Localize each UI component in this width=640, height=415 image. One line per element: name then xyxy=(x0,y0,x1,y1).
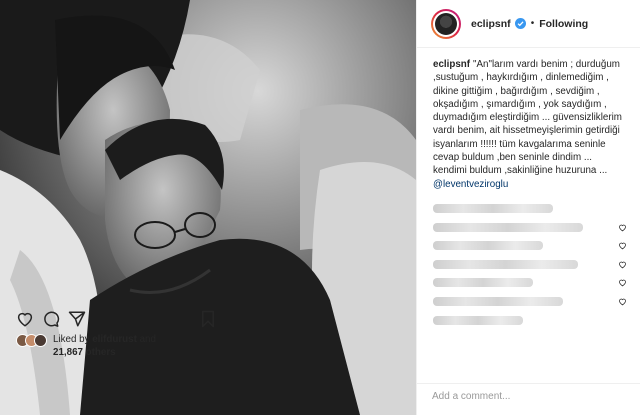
blurred-comment xyxy=(433,241,543,251)
blurred-comment xyxy=(433,259,578,269)
mention-link[interactable]: @leventveziroglu xyxy=(433,178,627,191)
avatar[interactable] xyxy=(34,334,47,347)
post-actions xyxy=(16,310,216,330)
caption-line: ,sustuğum , haykırdığım , dinlemediğim , xyxy=(433,72,609,84)
post-side-panel: eclipsnf • Following eclipsnf "An"larım v… xyxy=(416,0,640,415)
likes-count-link[interactable]: 21,867 others xyxy=(53,347,116,358)
post-header: eclipsnf • Following xyxy=(417,0,640,48)
comment-list xyxy=(417,191,640,326)
comment-row xyxy=(433,222,627,233)
heart-icon[interactable] xyxy=(618,278,627,287)
caption-line: dikine gittiğim , bağırdığım , sevdiğim … xyxy=(433,85,600,97)
avatar[interactable] xyxy=(431,8,461,39)
liked-by-suffix: and xyxy=(136,334,156,345)
caption-line: isyanlarım !!!!!! tüm kavgalarıma seninl… xyxy=(433,138,606,150)
blurred-comment xyxy=(433,278,533,288)
verified-badge-icon xyxy=(514,18,526,29)
separator-dot: • xyxy=(530,18,535,29)
heart-icon[interactable] xyxy=(618,260,627,269)
caption-line: duymadığım eleştirdiğim ... güvensizlikl… xyxy=(433,112,622,124)
post-caption: eclipsnf "An"larım vardı benim ; durduğum… xyxy=(417,48,640,191)
comment-icon[interactable] xyxy=(42,310,60,328)
blurred-comment xyxy=(433,296,563,306)
share-icon[interactable] xyxy=(68,310,86,328)
caption-line: cevap buldum ,ben seninle dindim ... xyxy=(433,152,593,164)
liked-by-prefix: Liked by xyxy=(53,334,93,345)
blurred-comment xyxy=(433,222,583,232)
divider xyxy=(416,383,640,384)
blurred-comment xyxy=(433,203,553,213)
bookmark-icon[interactable] xyxy=(200,310,216,328)
liked-by: Liked by elifdurust and 21,867 others xyxy=(16,333,156,359)
caption-username[interactable]: eclipsnf xyxy=(433,59,470,70)
username-link[interactable]: eclipsnf xyxy=(471,18,511,30)
liker-avatars xyxy=(16,334,47,347)
heart-icon[interactable] xyxy=(618,297,627,306)
caption-line: vardı benim, ait hissetmeyişlerimin geti… xyxy=(433,125,620,137)
caption-line: "An"larım vardı benim ; durduğum xyxy=(473,59,620,70)
comment-row xyxy=(433,203,627,214)
heart-icon[interactable] xyxy=(618,223,627,232)
liked-by-user-link[interactable]: elifdurust xyxy=(92,334,137,345)
comment-row xyxy=(433,240,627,251)
like-heart-icon[interactable] xyxy=(16,310,34,328)
comment-row xyxy=(433,315,627,326)
likes-text: Liked by elifdurust and 21,867 others xyxy=(53,333,156,359)
blurred-comment xyxy=(433,315,523,325)
following-button[interactable]: Following xyxy=(539,18,588,30)
add-comment-input[interactable]: Add a comment... xyxy=(432,391,510,402)
caption-line: kendimi buldum ,sakinliğine huzuruna ... xyxy=(433,165,608,177)
caption-line: okşadığım , şımardığım , yok saydığım , xyxy=(433,98,607,110)
comment-row xyxy=(433,277,627,288)
comment-row xyxy=(433,259,627,270)
heart-icon[interactable] xyxy=(618,241,627,250)
comment-row xyxy=(433,296,627,307)
